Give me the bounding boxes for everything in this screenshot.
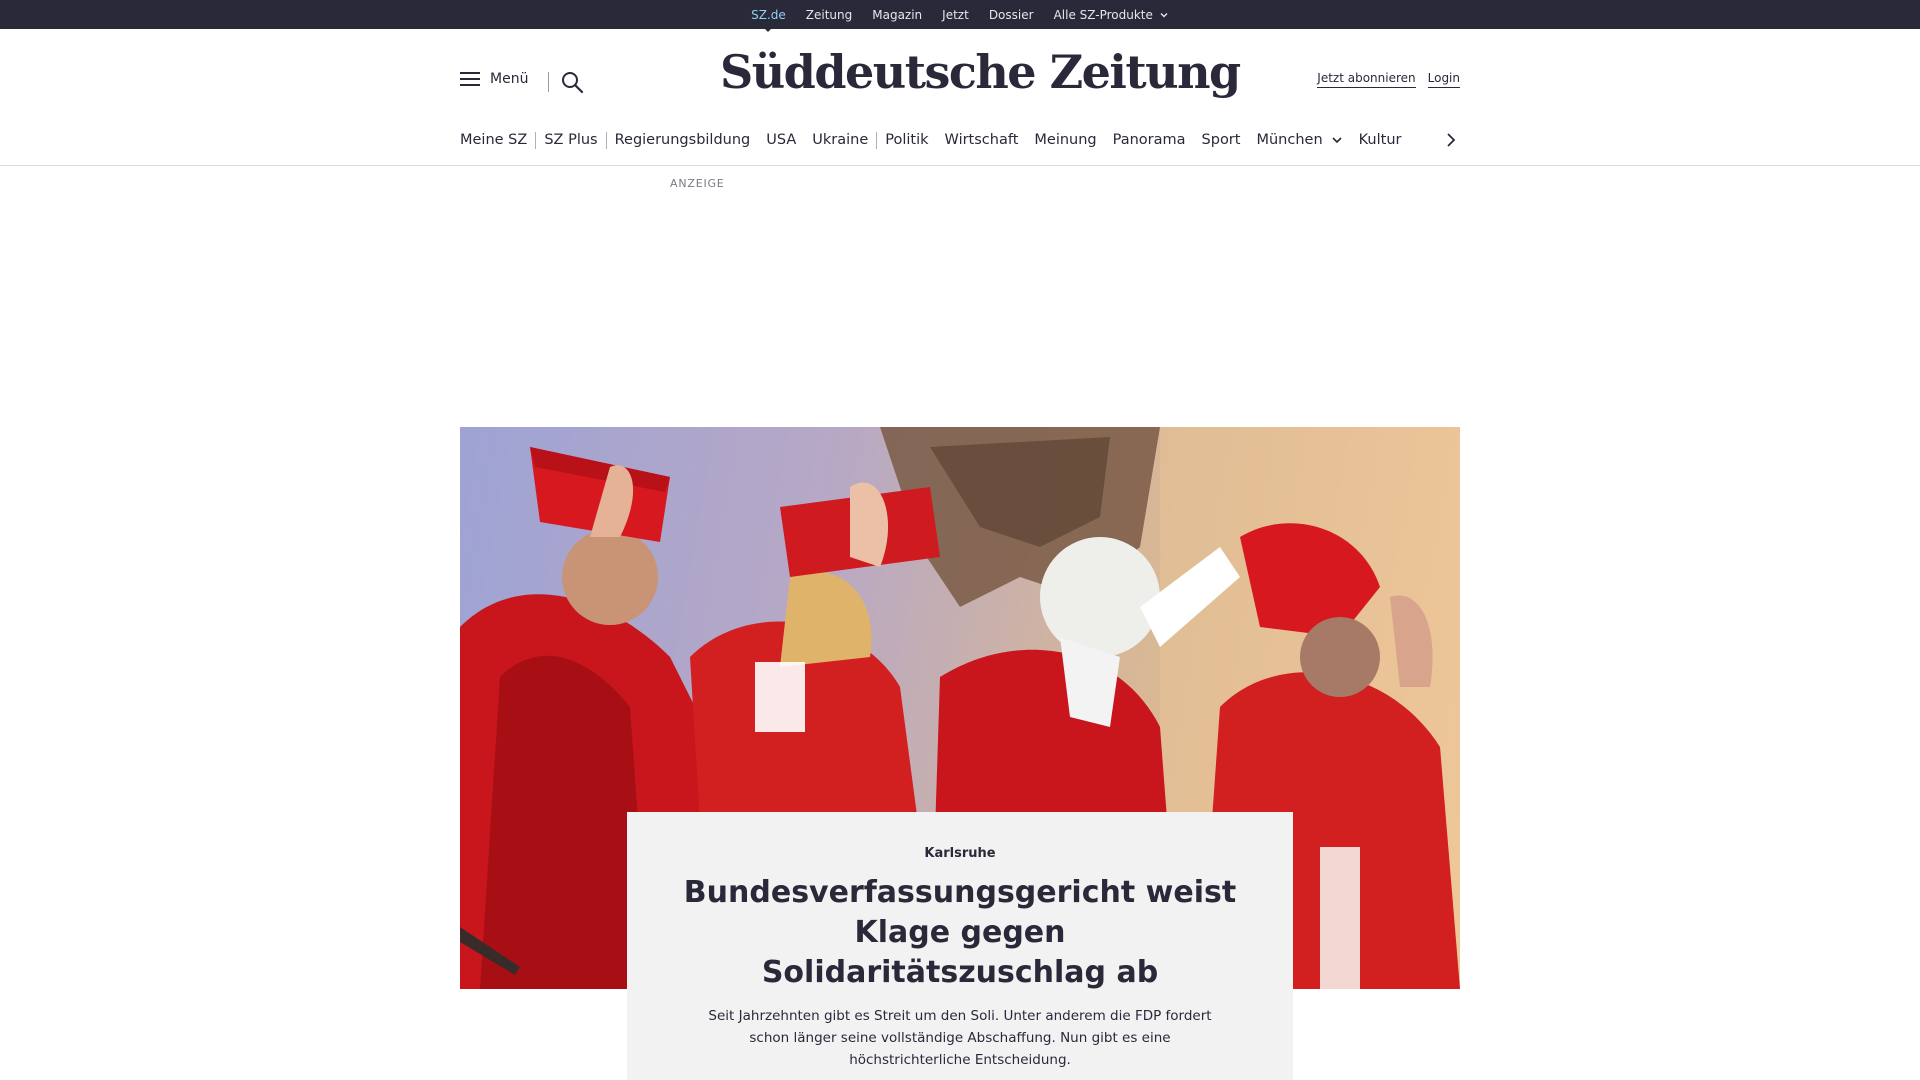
topbar-link-dossier[interactable]: Dossier (989, 8, 1034, 22)
search-icon[interactable] (560, 70, 584, 94)
hamburger-icon (460, 72, 480, 86)
nav-item-panorama[interactable]: Panorama (1113, 132, 1202, 148)
nav-divider (876, 131, 878, 149)
topbar-products-label: Alle SZ-Produkte (1053, 7, 1153, 22)
topbar-link-zeitung[interactable]: Zeitung (806, 8, 852, 22)
chevron-down-icon (1160, 12, 1168, 17)
nav-item-muenchen[interactable]: München (1256, 132, 1358, 148)
nav-item-politik[interactable]: Politik (885, 132, 944, 148)
login-link[interactable]: Login (1427, 71, 1460, 88)
topbar-link-magazin[interactable]: Magazin (872, 8, 922, 22)
header-divider (548, 72, 549, 92)
topbar-products-dropdown[interactable]: Alle SZ-Produkte (1054, 8, 1169, 22)
subscribe-link[interactable]: Jetzt abonnieren (1317, 71, 1416, 88)
teaser-summary: Seit Jahrzehnten gibt es Streit um den S… (708, 1008, 1212, 1068)
site-header: Menü Süddeutsche Zeitung Jetzt abonniere… (460, 29, 1460, 139)
teaser-kicker: Karlsruhe (924, 846, 996, 861)
menu-label: Menü (490, 71, 529, 87)
nav-divider (605, 131, 607, 149)
chevron-right-icon[interactable] (1442, 131, 1460, 149)
product-bar: SZ.de Zeitung Magazin Jetzt Dossier Alle… (0, 0, 1920, 29)
topbar-link-sz-de[interactable]: SZ.de (751, 8, 786, 22)
nav-item-meinung[interactable]: Meinung (1034, 132, 1112, 148)
nav-divider (535, 131, 537, 149)
chevron-down-icon (1332, 137, 1342, 144)
nav-item-kultur[interactable]: Kultur (1359, 132, 1418, 148)
teaser-headline[interactable]: Bundesverfassungsgericht weist Klage geg… (680, 873, 1240, 993)
nav-item-regierungsbildung[interactable]: Regierungsbildung (615, 132, 767, 148)
topbar-link-jetzt[interactable]: Jetzt (942, 8, 969, 22)
nav-item-wirtschaft[interactable]: Wirtschaft (945, 132, 1035, 148)
account-links: Jetzt abonnieren Login (1317, 71, 1460, 88)
nav-item-sport[interactable]: Sport (1202, 132, 1257, 148)
site-logo[interactable]: Süddeutsche Zeitung (720, 45, 1241, 99)
nav-item-usa[interactable]: USA (766, 132, 812, 148)
nav-item-sz-plus[interactable]: SZ Plus (544, 132, 613, 148)
ressort-nav: Meine SZ SZ Plus Regierungsbildung USA U… (460, 128, 1460, 152)
nav-item-meine-sz[interactable]: Meine SZ (460, 132, 543, 148)
lead-teaser[interactable]: Karlsruhe Bundesverfassungsgericht weist… (627, 812, 1293, 1080)
nav-divider-line (0, 165, 1920, 166)
ad-label: ANZEIGE (670, 177, 725, 190)
menu-button[interactable]: Menü (460, 71, 528, 87)
nav-item-muenchen-label: München (1256, 132, 1323, 148)
nav-item-ukraine[interactable]: Ukraine (812, 132, 884, 148)
